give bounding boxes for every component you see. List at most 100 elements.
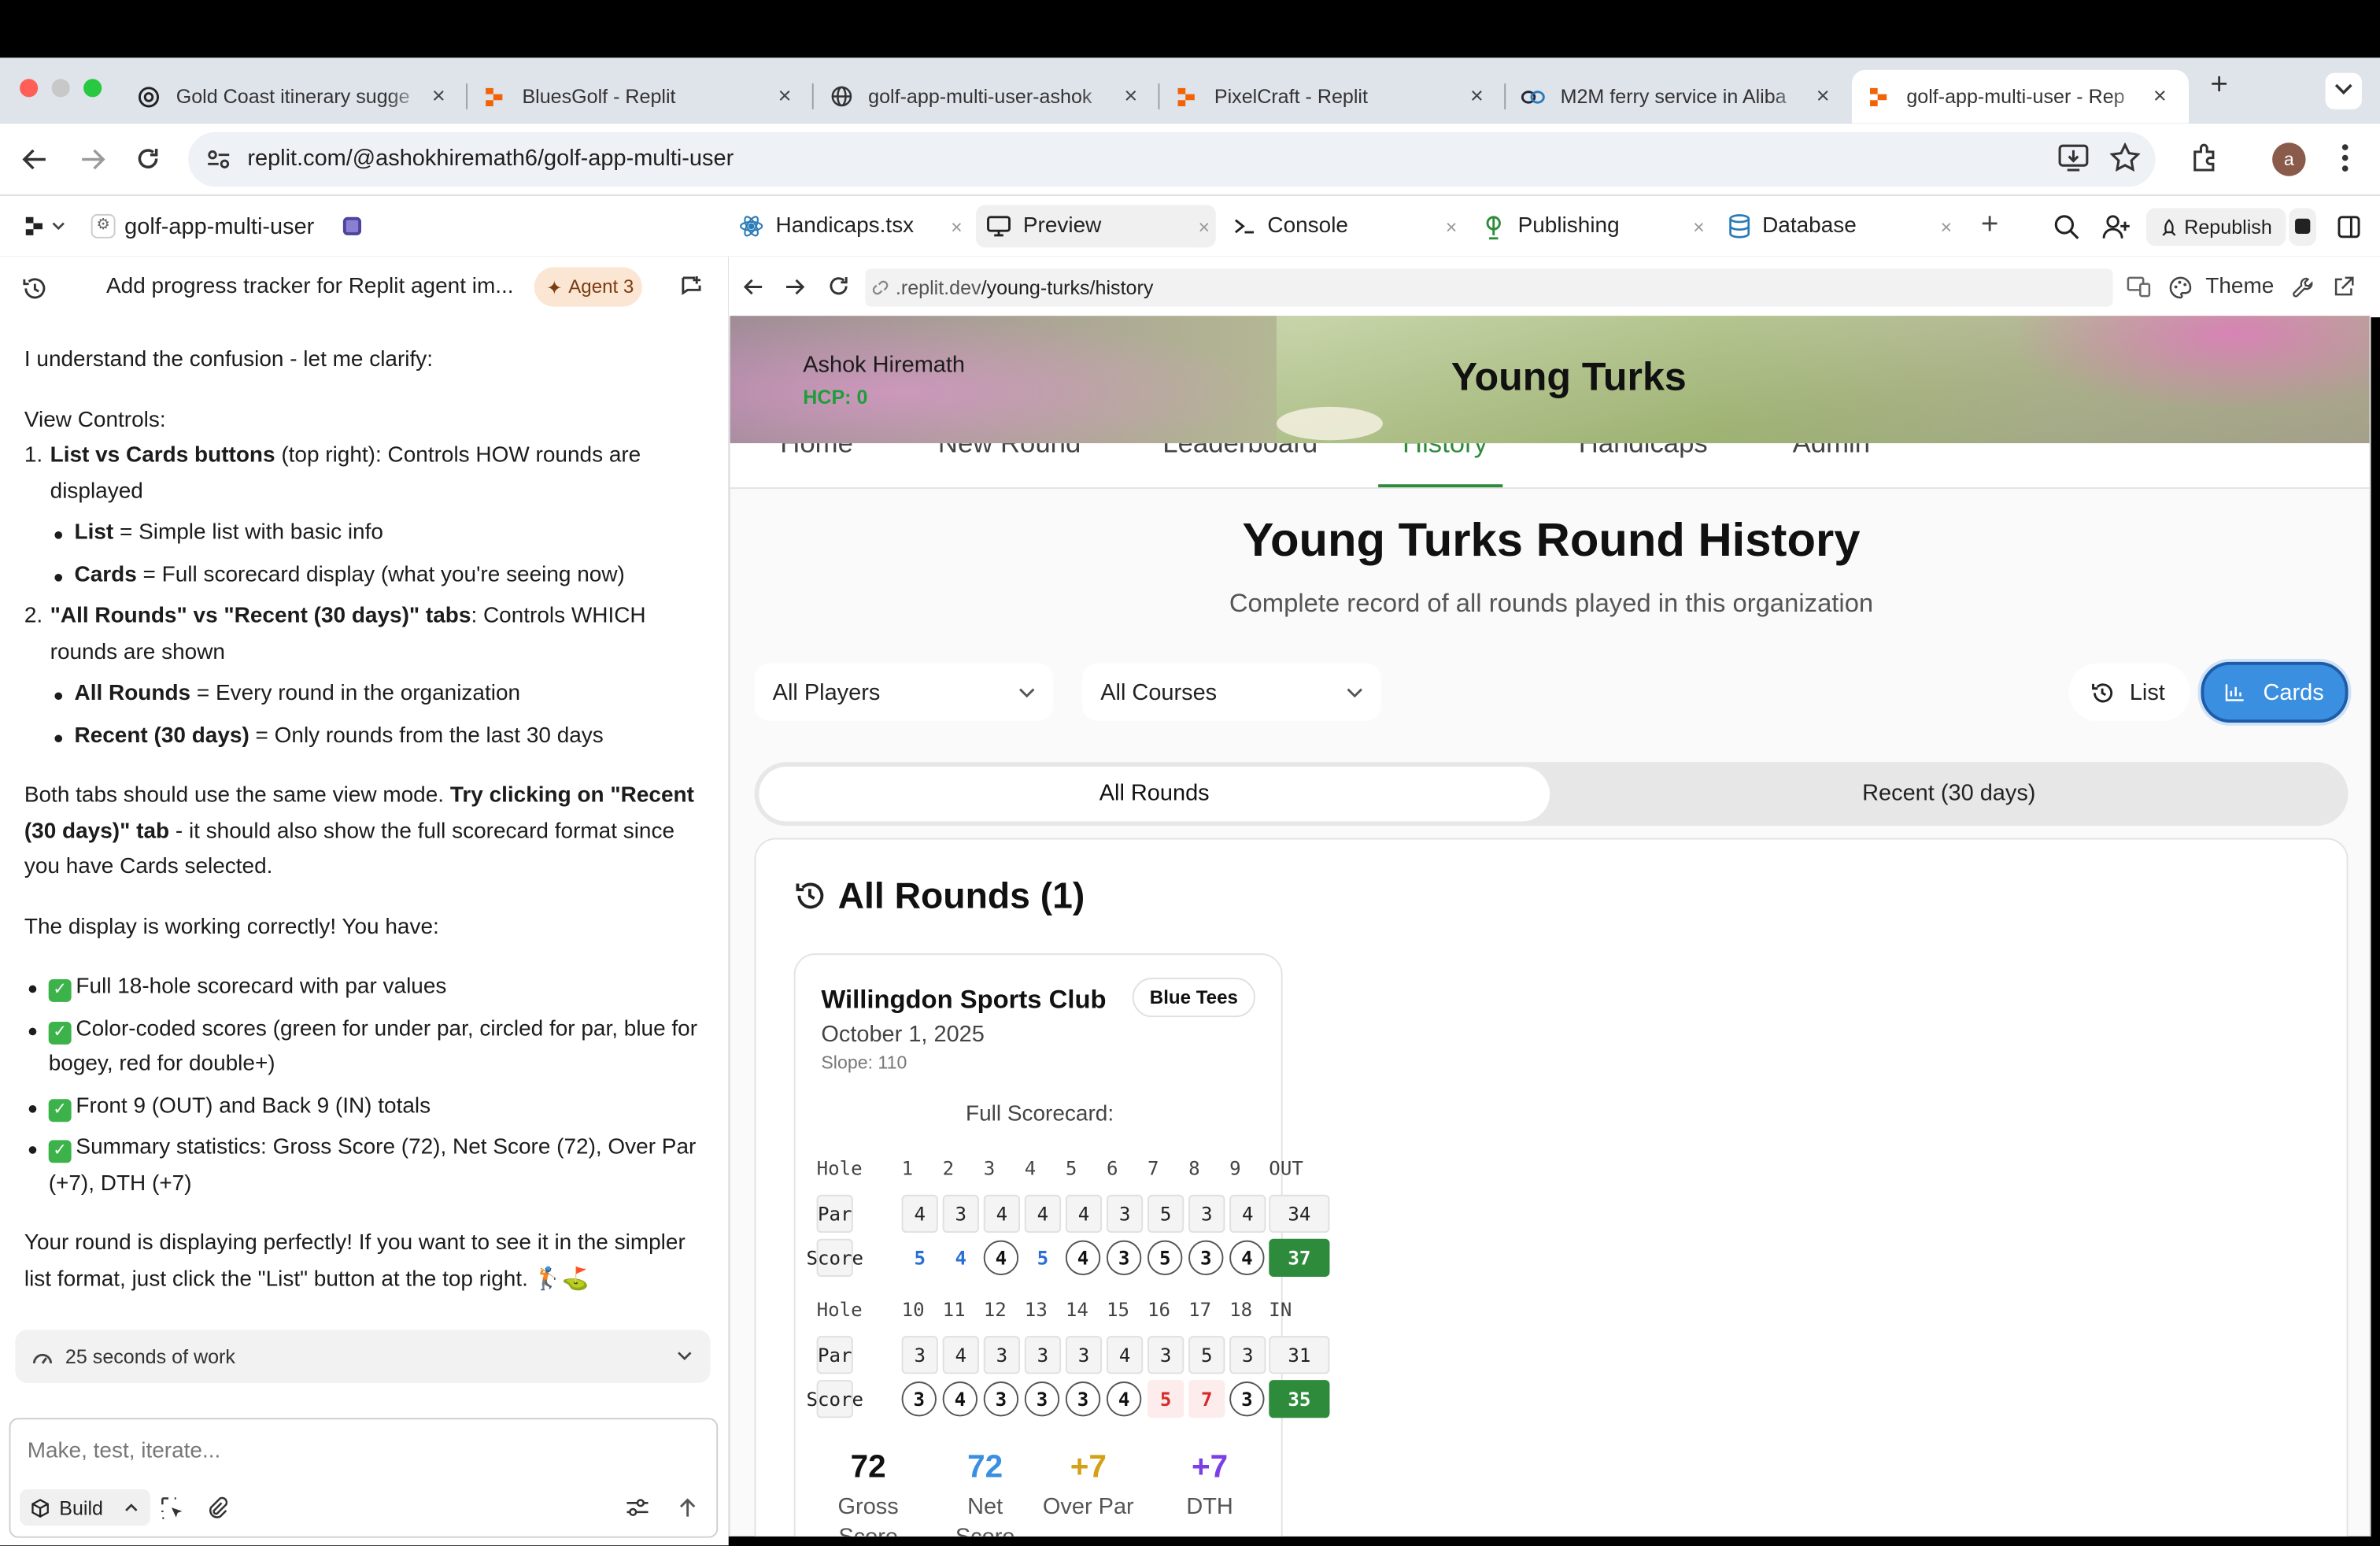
browser-tab[interactable]: M2M ferry service in Aliba × — [1506, 70, 1852, 124]
tab-recent-rounds[interactable]: Recent (30 days) — [1554, 767, 2344, 821]
close-tab-icon[interactable]: × — [951, 215, 963, 238]
score-cell: 7 — [1188, 1380, 1225, 1418]
agent-badge[interactable]: ✦ Agent 3 — [534, 267, 642, 307]
players-filter-select[interactable]: All Players — [754, 663, 1054, 722]
search-icon[interactable] — [2053, 214, 2079, 240]
close-tab-icon[interactable]: × — [1446, 215, 1458, 238]
preview-reload-icon[interactable] — [827, 275, 850, 298]
settings-sliders-icon[interactable] — [626, 1497, 650, 1518]
tab-search-button[interactable] — [2325, 72, 2362, 109]
browser-menu-icon[interactable] — [2341, 144, 2349, 172]
layout-toggle-icon[interactable] — [2338, 216, 2360, 239]
chat-paragraph: Both tabs should use the same view mode.… — [24, 779, 708, 886]
new-chat-icon[interactable] — [680, 275, 704, 299]
select-element-icon[interactable] — [161, 1497, 183, 1520]
hole-number: 5 — [1065, 1156, 1077, 1180]
preview-url-bar[interactable]: .replit.dev/young-turks/history — [865, 268, 2113, 307]
install-app-icon[interactable] — [2058, 144, 2089, 172]
chat-sub-bold: List — [74, 520, 114, 546]
par-cell: 4 — [1024, 1194, 1062, 1233]
workspace-tab[interactable]: Database × — [1718, 196, 1958, 257]
browser-tab[interactable]: Gold Coast itinerary sugge × — [121, 70, 468, 124]
history-icon[interactable] — [21, 276, 47, 301]
reload-icon[interactable] — [135, 146, 161, 172]
invite-user-icon[interactable] — [2102, 214, 2131, 240]
score-total: 37 — [1269, 1238, 1330, 1277]
chat-input-box[interactable]: Make, test, iterate... Build — [9, 1418, 719, 1538]
score-cell: 3 — [1229, 1381, 1265, 1417]
open-external-icon[interactable] — [2333, 276, 2354, 298]
agent-badge-label: Agent 3 — [568, 276, 634, 298]
palette-icon[interactable] — [2169, 276, 2192, 299]
workspace-tab[interactable]: Console × — [1223, 196, 1463, 257]
new-tab-button[interactable]: + — [2204, 70, 2234, 101]
preview-toolbar: .replit.dev/young-turks/history Theme — [728, 256, 2380, 318]
section-title: All Rounds (1) — [837, 875, 1085, 917]
browser-tab-title: BluesGolf - Replit — [522, 85, 676, 108]
browser-tab[interactable]: PixelCraft - Replit × — [1159, 70, 1506, 124]
list-view-button[interactable]: List — [2068, 663, 2190, 722]
nav-item[interactable]: New Round — [938, 443, 1081, 460]
address-bar[interactable]: replit.com/@ashokhiremath6/golf-app-mult… — [188, 131, 2156, 187]
round-card[interactable]: Willingdon Sports Club Blue Tees October… — [793, 953, 1330, 1537]
device-preview-icon[interactable] — [2127, 276, 2151, 298]
chevron-down-icon[interactable] — [52, 222, 65, 231]
close-tab-icon[interactable]: × — [1809, 83, 1837, 109]
close-window-button[interactable] — [20, 79, 39, 98]
courses-filter-select[interactable]: All Courses — [1082, 663, 1382, 722]
close-tab-icon[interactable]: × — [2146, 83, 2174, 109]
theme-label[interactable]: Theme — [2205, 275, 2274, 299]
nav-item[interactable]: History — [1402, 443, 1488, 460]
zoom-window-button[interactable] — [83, 79, 102, 98]
preview-forward-icon[interactable] — [785, 278, 806, 296]
minimize-window-button[interactable] — [51, 79, 70, 98]
site-settings-icon[interactable] — [206, 149, 231, 170]
close-tab-icon[interactable]: × — [1693, 215, 1705, 238]
build-mode-button[interactable]: Build — [20, 1489, 150, 1526]
page-subtitle: Complete record of all rounds played in … — [1229, 589, 1874, 618]
chevron-down-icon — [1018, 687, 1035, 697]
work-summary[interactable]: 25 seconds of work — [15, 1330, 711, 1383]
close-tab-icon[interactable]: × — [1941, 215, 1953, 238]
rounds-panel: All Rounds (1) Willingdon Sports Club Bl… — [754, 838, 2349, 1537]
close-tab-icon[interactable]: × — [771, 83, 799, 109]
attach-icon[interactable] — [206, 1496, 228, 1520]
replit-logo-icon[interactable] — [24, 216, 46, 237]
workspace-tab[interactable]: Publishing × — [1471, 196, 1711, 257]
browser-tab[interactable]: golf-app-multi-user - Rep × — [1851, 69, 2190, 124]
cards-view-button[interactable]: Cards — [2201, 661, 2349, 723]
browser-tab[interactable]: golf-app-multi-user-ashok × — [814, 70, 1160, 124]
nav-item[interactable]: Leaderboard — [1162, 443, 1318, 460]
wrench-icon[interactable] — [2292, 276, 2315, 299]
nav-item[interactable]: Home — [780, 443, 853, 460]
browser-tab[interactable]: BluesGolf - Replit × — [468, 70, 814, 124]
extensions-icon[interactable] — [2189, 142, 2219, 173]
score-cell: 4 — [1106, 1381, 1142, 1417]
back-arrow-icon[interactable] — [21, 147, 49, 172]
score-cell: 4 — [955, 1246, 967, 1270]
chat-input-placeholder[interactable]: Make, test, iterate... — [28, 1439, 221, 1463]
workspace-tab[interactable]: Handicaps.tsx × — [729, 196, 969, 257]
close-tab-icon[interactable]: × — [1198, 215, 1210, 238]
republish-menu-button[interactable] — [2289, 208, 2317, 246]
par-cell: 4 — [1229, 1194, 1266, 1233]
add-tab-button[interactable]: + — [1981, 208, 1999, 242]
monitor-icon — [987, 216, 1011, 237]
republish-button[interactable]: Republish — [2146, 208, 2286, 246]
close-tab-icon[interactable]: × — [425, 83, 453, 109]
profile-avatar[interactable]: a — [2272, 142, 2306, 176]
nav-item[interactable]: Admin — [1793, 443, 1870, 460]
replit-icon — [1175, 84, 1199, 109]
send-arrow-icon[interactable] — [678, 1497, 697, 1518]
tab-all-rounds[interactable]: All Rounds — [759, 766, 1550, 822]
hole-number: 13 — [1024, 1297, 1048, 1321]
workspace-tab[interactable]: Preview × — [976, 205, 1216, 248]
stat-label: Gross Score — [837, 1493, 899, 1537]
preview-back-icon[interactable] — [742, 278, 763, 296]
project-name[interactable]: golf-app-multi-user — [124, 214, 314, 240]
bookmark-star-icon[interactable] — [2109, 142, 2141, 172]
close-tab-icon[interactable]: × — [1117, 83, 1144, 109]
close-tab-icon[interactable]: × — [1463, 83, 1491, 109]
forward-arrow-icon[interactable] — [79, 147, 106, 172]
nav-item[interactable]: Handicaps — [1579, 443, 1708, 460]
